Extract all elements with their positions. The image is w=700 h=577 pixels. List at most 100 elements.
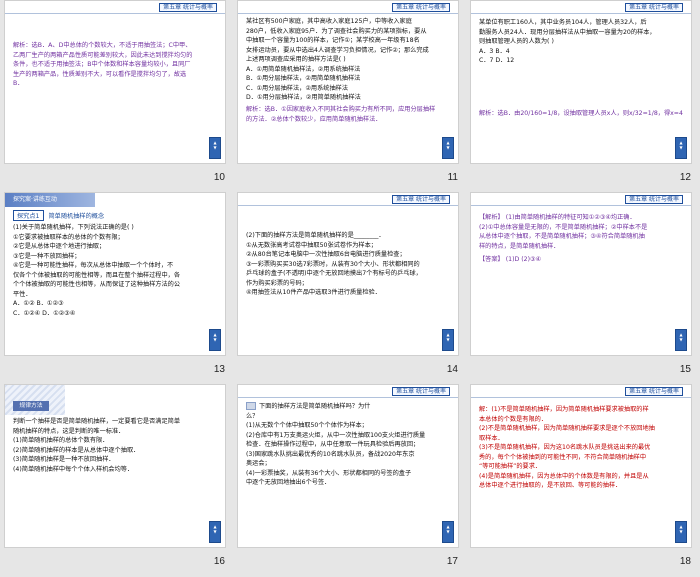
slide-body: 下面的抽样方法是简单随机抽样吗？为什 么？ (1)从无数个个体中抽取50个个体作… <box>246 402 450 488</box>
slide-header: 第五章 统计与概率 <box>5 1 225 14</box>
text-line: 勤服务人员24人．现用分层抽样法从中抽取一容量为20的样本， <box>479 28 656 36</box>
text-line: 中抽取一个容量为100的样本，记作①；某学校高一年级有18名 <box>246 37 420 44</box>
slide-number: 18 <box>679 556 691 567</box>
text-line: 280户，低收入家庭95户．为了调查社会购买力的某项指标，要从 <box>246 27 427 35</box>
nav-icon[interactable]: ▲ ▼ <box>209 137 221 159</box>
text-line: ③它是一种不放回抽样； <box>13 252 81 260</box>
slide-number: 15 <box>679 364 691 375</box>
nav-icon[interactable]: ▲ ▼ <box>675 521 687 543</box>
section-title: 简单随机抽样的概念 <box>48 213 105 220</box>
slide-thumb-10[interactable]: 第五章 统计与概率 解析：选B．A、D中总体的个数较大，不适于用抽签法；C中甲、… <box>0 0 233 192</box>
chapter-tag: 第五章 统计与概率 <box>625 387 683 396</box>
chapter-tag: 第五章 统计与概率 <box>625 3 683 12</box>
text-line: 个个体被抽取的可能性也相等，从而保证了这种抽样方法的公 <box>13 281 181 288</box>
text-line: A．①用简单随机抽样法，②用系统抽样法 <box>246 65 361 73</box>
slide-thumb-18[interactable]: 第五章 统计与概率 解：(1)不是简单随机抽样，因为简单随机抽样要求被抽取的样 … <box>466 384 699 576</box>
text-line: ④用抽签法从10件产品中选取3件进行质量检验． <box>246 289 381 296</box>
chapter-tag: 第五章 统计与概率 <box>625 195 683 204</box>
text-line: (2)简单随机抽样的样本是从总体中逐个抽取． <box>13 446 140 454</box>
slide-header: 第五章 统计与概率 <box>238 193 458 206</box>
text-line: 中逐个无放回地抽出6个号签． <box>246 479 331 486</box>
text-line: 奥运会； <box>246 460 271 467</box>
text-line: 取样本． <box>479 434 504 442</box>
slide-thumb-13[interactable]: 探究案·讲练互动 探究点1 简单随机抽样的概念 (1)关于简单随机抽样，下列说法… <box>0 192 233 384</box>
chapter-tag: 第五章 统计与概率 <box>159 3 217 12</box>
nav-icon[interactable]: ▲ ▼ <box>442 521 454 543</box>
text-line: (2)①中总体容量是无限的，不是简单随机抽样；②中样本不是 <box>479 223 648 231</box>
nav-icon[interactable]: ▲ ▼ <box>675 329 687 351</box>
text-line: ①它要求被抽取样本的总体的个数有限； <box>13 233 124 241</box>
text-line: 则抽取管理人员的人数为( ) <box>479 38 554 45</box>
text-line: C．①用分层抽样法，②用系统抽样法 <box>246 84 349 92</box>
slide-body: 【解析】 (1)由简单随机抽样的特征可知①②③④均正确． (2)①中总体容量是无… <box>479 213 683 251</box>
text-line: 检查．在抽样操作过程中，从中任意取一件玩具检验后再放回； <box>246 441 420 448</box>
text-line: 随机抽样的特点，这是判断的唯一标准． <box>13 427 125 435</box>
chapter-tag: 第五章 统计与概率 <box>392 3 450 12</box>
text-line: 解析：选B．A、D中总体的个数较大，不适于用抽签法；C中甲、 <box>13 42 192 49</box>
slide-header: 第五章 统计与概率 <box>471 1 691 14</box>
nav-icon[interactable]: ▲ ▼ <box>209 521 221 543</box>
text-line: 某社区有500户家庭，其中高收入家庭125户，中等收入家庭 <box>246 18 412 25</box>
slide-body: 某单位有职工160人，其中业务员104人，管理人员32人，后 勤服务人员24人．… <box>479 18 683 66</box>
slide-body: 解析：选B．A、D中总体的个数较大，不适于用抽签法；C中甲、 乙两厂生产的两箱产… <box>13 41 217 89</box>
nav-icon[interactable]: ▲ ▼ <box>675 137 687 159</box>
text-line: B．①用分层抽样法，②用简单随机抽样法 <box>246 75 361 82</box>
text-line: 【解析】 (1)由简单随机抽样的特征可知①②③④均正确． <box>479 214 636 221</box>
text-line: 乙两厂生产的两箱产品性质可能差别较大，因此未达到搅拌均匀的 <box>13 51 193 59</box>
nav-icon[interactable]: ▲ ▼ <box>442 329 454 351</box>
text-line: (2)下面的抽样方法是简单随机抽样的是________． <box>246 232 385 239</box>
text-line: “等可能抽样”的要求． <box>479 463 542 470</box>
slide-header: 第五章 统计与概率 <box>238 385 458 398</box>
text-line: (1)关于简单随机抽样，下列说法正确的是( ) <box>13 224 134 231</box>
text-line: 下面的抽样方法是简单随机抽样吗？为什 <box>246 402 450 412</box>
nav-icon[interactable]: ▲ ▼ <box>209 329 221 351</box>
text-line: ①从无数张高考试卷中抽取50张试卷作为样本； <box>246 241 377 249</box>
slide-header: 第五章 统计与概率 <box>471 385 691 398</box>
text-line: 从总体中逐个抽取，不是简单随机抽样；③④符合简单随机抽 <box>479 233 645 240</box>
text-line: (2)仓库中有1万支奥运火炬，从中一次性抽取100支火炬进行质量 <box>246 431 426 439</box>
text-line: 某单位有职工160人，其中业务员104人，管理人员32人，后 <box>479 19 647 26</box>
slide-number: 17 <box>446 556 458 567</box>
text-line: 判断一个抽样是否是简单随机抽样，一定要看它是否满足简单 <box>13 418 181 425</box>
text-span: 下面的抽样方法是简单随机抽样吗？为什 <box>259 403 371 410</box>
section-heading: 探究点1 简单随机抽样的概念 <box>13 210 104 221</box>
text-line: C．①②④ D．①②③④ <box>13 309 76 317</box>
text-line: B． <box>13 80 24 87</box>
text-line: 女排运动员，要从中选出4人调查学习负担情况，记作②；那么完成 <box>246 46 429 54</box>
text-line: 秀的，每个个体被抽到的可能性不同，不符合简单随机抽样中 <box>479 453 647 461</box>
text-line: 仅各个个体被抽取的可能性相等，而且在整个抽样过程中，各 <box>13 271 181 279</box>
text-line: (3)简单随机抽样是一种不放回抽样． <box>13 456 115 463</box>
text-line: 【答案】 (1)D (2)③④ <box>479 256 542 263</box>
slide-thumb-16[interactable]: 规律方法 判断一个抽样是否是简单随机抽样，一定要看它是否满足简单 随机抽样的特点… <box>0 384 233 576</box>
text-line: ④它是一种可能性抽样，每次从总体中抽取一个个体时，不 <box>13 262 174 269</box>
text-line: ②它是从总体中逐个地进行抽取； <box>13 243 106 250</box>
text-line: A．3 B．4 <box>479 47 510 55</box>
text-line: ③一彩票购买买30选7彩票时，从装有30个大小、形状都相同的 <box>246 260 420 268</box>
section-tag: 探究点1 <box>13 210 44 221</box>
text-line: 乒乓球的盒子(不透明)中逐个无放回地摸出7个有标号的乒乓球， <box>246 270 422 277</box>
text-line: 解析：选B．①因家庭收入不同其社会购买力有所不同，应用分层抽样 <box>246 106 436 113</box>
text-line: (4)简单随机抽样中每个个体入样机会均等． <box>13 465 134 473</box>
slide-thumb-12[interactable]: 第五章 统计与概率 某单位有职工160人，其中业务员104人，管理人员32人，后… <box>466 0 699 192</box>
slide-body: 解：(1)不是简单随机抽样，因为简单随机抽样要求被抽取的样 本总体的个数是有限的… <box>479 405 683 491</box>
text-line: 解析：选B．由20/160=1/8，设抽取管理人员x人，则x/32=1/8，得x… <box>479 110 683 117</box>
slide-body: (1)关于简单随机抽样，下列说法正确的是( ) ①它要求被抽取样本的总体的个数有… <box>13 223 217 318</box>
chapter-tag: 第五章 统计与概率 <box>392 195 450 204</box>
chapter-tag: 第五章 统计与概率 <box>392 387 450 396</box>
text-line: C．7 D．12 <box>479 57 515 64</box>
slide-thumb-17[interactable]: 第五章 统计与概率 下面的抽样方法是简单随机抽样吗？为什 么？ (1)从无数个个… <box>233 384 466 576</box>
answer-text: 解析：选B．①因家庭收入不同其社会购买力有所不同，应用分层抽样 的方法．②总体个… <box>246 105 450 124</box>
slide-thumb-11[interactable]: 第五章 统计与概率 某社区有500户家庭，其中高收入家庭125户，中等收入家庭 … <box>233 0 466 192</box>
text-line: D．①用分层抽样法，②用简单随机抽样法 <box>246 94 361 101</box>
text-line: 样的特点，是简单随机抽样． <box>479 242 560 250</box>
slide-thumb-14[interactable]: 第五章 统计与概率 (2)下面的抽样方法是简单随机抽样的是________． ①… <box>233 192 466 384</box>
slide-body: 判断一个抽样是否是简单随机抽样，一定要看它是否满足简单 随机抽样的特点，这是判断… <box>13 417 217 474</box>
slide-body: (2)下面的抽样方法是简单随机抽样的是________． ①从无数张高考试卷中抽… <box>246 231 450 298</box>
text-line: (2)不是简单随机抽样，因为简单随机抽样要求是逐个不放回地抽 <box>479 425 655 432</box>
text-line: (4)是简单随机抽样，因为总体中的个体数是有限的，并且是从 <box>479 472 649 480</box>
text-line: 条件，也不适于用抽签法；B中个体数和样本容量均较小，且同厂 <box>13 61 191 68</box>
nav-icon[interactable]: ▲ ▼ <box>442 137 454 159</box>
text-line: 解：(1)不是简单随机抽样，因为简单随机抽样要求被抽取的样 <box>479 406 649 413</box>
slide-thumb-15[interactable]: 第五章 统计与概率 【解析】 (1)由简单随机抽样的特征可知①②③④均正确． (… <box>466 192 699 384</box>
text-line: (3)不是简单随机抽样，因为这10名跳水队员是挑选出来的最优 <box>479 444 651 451</box>
